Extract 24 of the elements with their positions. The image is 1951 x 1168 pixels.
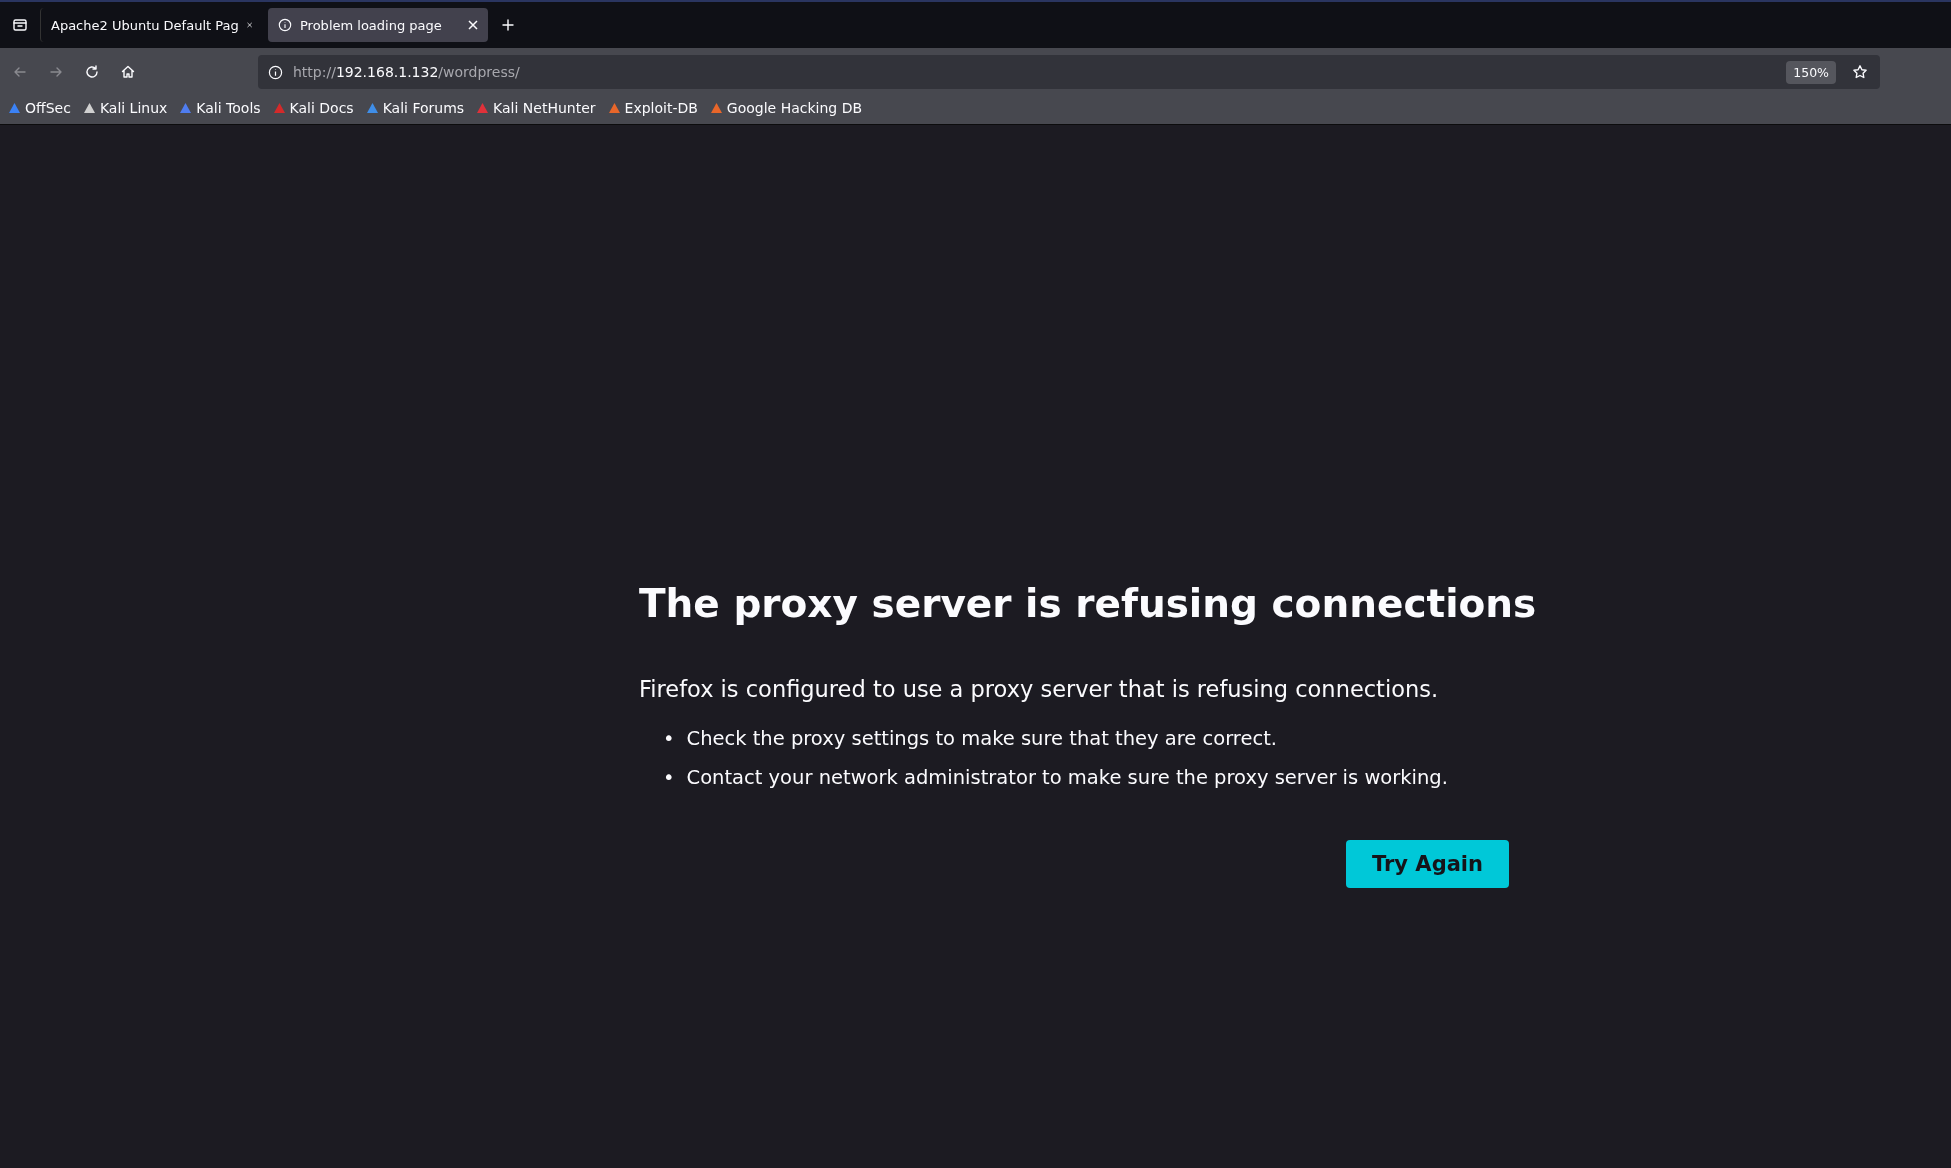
error-title: The proxy server is refusing connections — [639, 580, 1538, 628]
bookmark-link[interactable]: Kali NetHunter — [476, 100, 596, 116]
bookmark-link[interactable]: Kali Forums — [365, 100, 465, 116]
address-field[interactable]: http://192.168.1.132/wordpress/ 150% — [258, 55, 1880, 89]
suggestion-item: Contact your network administrator to make sure the proxy server is working. — [686, 765, 1448, 790]
bookmark-link[interactable]: OffSec — [8, 100, 71, 116]
zoom-level-button[interactable]: 150% — [1786, 60, 1836, 84]
bookmark-link[interactable]: Kali Docs — [272, 100, 354, 116]
tab-title: Problem loading page — [300, 17, 443, 33]
bookmark-link[interactable]: Google Hacking DB — [709, 100, 863, 116]
bullet: • — [663, 765, 675, 790]
browser-tab[interactable]: Problem loading page — [268, 8, 488, 42]
try-again-button[interactable]: Try Again — [1346, 840, 1509, 888]
close-icon[interactable] — [246, 20, 252, 30]
browser-tab[interactable]: Apache2 Ubuntu Default Pag — [40, 8, 262, 42]
close-icon[interactable] — [468, 20, 478, 30]
bookmark-link[interactable]: Kali Linux — [82, 100, 168, 116]
tab-title: Apache2 Ubuntu Default Pag — [51, 17, 239, 33]
bookmark-link[interactable]: Exploit-DB — [607, 100, 698, 116]
error-description: Firefox is configured to use a proxy server that is refusing connections. — [639, 675, 1440, 704]
suggestion-item: Check the proxy settings to make sure that they are correct. — [686, 726, 1277, 751]
info-icon[interactable] — [268, 64, 283, 80]
bullet: • — [663, 726, 675, 751]
bookmark-link[interactable]: Kali Tools — [179, 100, 261, 116]
